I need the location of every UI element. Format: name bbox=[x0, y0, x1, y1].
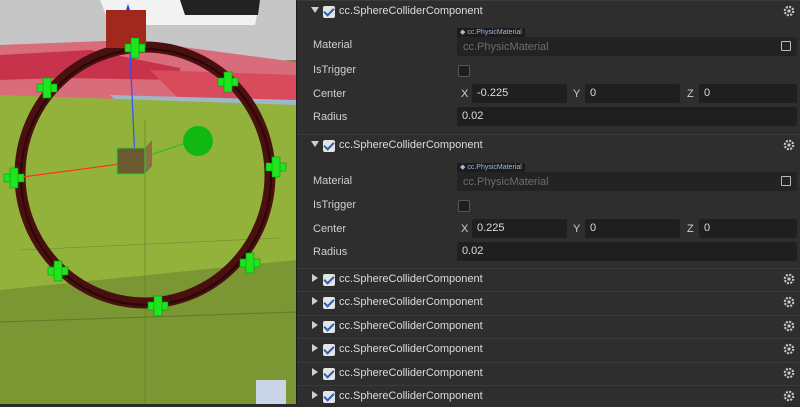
caret-right-icon[interactable] bbox=[312, 368, 318, 376]
gear-icon[interactable] bbox=[783, 367, 795, 379]
gear-icon[interactable] bbox=[783, 390, 795, 402]
axis-y-label: Y bbox=[573, 88, 581, 100]
caret-right-icon[interactable] bbox=[312, 297, 318, 305]
component-header[interactable]: cc.SphereColliderComponent bbox=[297, 134, 800, 156]
material-value: cc.PhysicMaterial bbox=[463, 41, 549, 53]
scene-canvas[interactable] bbox=[0, 0, 296, 404]
component-title: cc.SphereColliderComponent bbox=[339, 367, 483, 379]
istrigger-label: IsTrigger bbox=[313, 199, 356, 211]
caret-right-icon[interactable] bbox=[312, 321, 318, 329]
component-enabled-checkbox[interactable] bbox=[323, 344, 335, 356]
component-enabled-checkbox[interactable] bbox=[323, 6, 335, 18]
component-enabled-checkbox[interactable] bbox=[323, 321, 335, 333]
component-enabled-checkbox[interactable] bbox=[323, 140, 335, 152]
asset-picker-icon[interactable] bbox=[781, 176, 791, 186]
caret-right-icon[interactable] bbox=[312, 344, 318, 352]
gear-icon[interactable] bbox=[783, 273, 795, 285]
component-header[interactable]: cc.SphereColliderComponent bbox=[297, 338, 800, 360]
gear-icon[interactable] bbox=[783, 296, 795, 308]
component-title: cc.SphereColliderComponent bbox=[339, 139, 483, 151]
component-header[interactable]: cc.SphereColliderComponent bbox=[297, 315, 800, 337]
component-title: cc.SphereColliderComponent bbox=[339, 5, 483, 17]
caret-down-icon[interactable] bbox=[311, 141, 319, 147]
component-enabled-checkbox[interactable] bbox=[323, 274, 335, 286]
caret-right-icon[interactable] bbox=[312, 391, 318, 399]
component-title: cc.SphereColliderComponent bbox=[339, 343, 483, 355]
radius-input[interactable]: 0.02 bbox=[457, 242, 797, 261]
material-label: Material bbox=[313, 39, 353, 51]
center-z-input[interactable]: 0 bbox=[699, 84, 797, 103]
red-cube bbox=[106, 10, 146, 48]
center-x-input[interactable]: 0.225 bbox=[472, 219, 567, 238]
component-header[interactable]: cc.SphereColliderComponent bbox=[297, 291, 800, 313]
component-title: cc.SphereColliderComponent bbox=[339, 320, 483, 332]
asset-picker-icon[interactable] bbox=[781, 41, 791, 51]
istrigger-checkbox[interactable] bbox=[458, 65, 470, 77]
scene-object-edge bbox=[256, 380, 286, 404]
center-z-input[interactable]: 0 bbox=[699, 219, 797, 238]
component-header[interactable]: cc.SphereColliderComponent bbox=[297, 268, 800, 290]
gear-icon[interactable] bbox=[783, 320, 795, 332]
scene-viewport[interactable] bbox=[0, 0, 296, 404]
component-header[interactable]: cc.SphereColliderComponent bbox=[297, 0, 800, 22]
material-field[interactable]: cc.PhysicMaterial bbox=[457, 172, 797, 191]
component-header[interactable]: cc.SphereColliderComponent bbox=[297, 362, 800, 384]
caret-down-icon[interactable] bbox=[311, 7, 319, 13]
center-x-input[interactable]: -0.225 bbox=[472, 84, 567, 103]
axis-y-label: Y bbox=[573, 223, 581, 235]
axis-z-label: Z bbox=[687, 88, 694, 100]
center-y-input[interactable]: 0 bbox=[585, 219, 680, 238]
component-title: cc.SphereColliderComponent bbox=[339, 296, 483, 308]
material-value: cc.PhysicMaterial bbox=[463, 176, 549, 188]
center-cube[interactable] bbox=[117, 148, 145, 174]
istrigger-checkbox[interactable] bbox=[458, 200, 470, 212]
axis-x-label: X bbox=[461, 88, 469, 100]
component-title: cc.SphereColliderComponent bbox=[339, 273, 483, 285]
center-y-input[interactable]: 0 bbox=[585, 84, 680, 103]
material-type-tag: ◆ cc.PhysicMaterial bbox=[457, 28, 525, 37]
radius-label: Radius bbox=[313, 246, 348, 258]
caret-right-icon[interactable] bbox=[312, 274, 318, 282]
center-label: Center bbox=[313, 223, 347, 235]
z-axis-handle[interactable] bbox=[183, 126, 213, 156]
material-field[interactable]: cc.PhysicMaterial bbox=[457, 37, 797, 56]
material-type-tag: ◆ cc.PhysicMaterial bbox=[457, 163, 525, 172]
gear-icon[interactable] bbox=[783, 139, 795, 151]
axis-x-label: X bbox=[461, 223, 469, 235]
component-title: cc.SphereColliderComponent bbox=[339, 390, 483, 402]
component-enabled-checkbox[interactable] bbox=[323, 368, 335, 380]
inspector-panel: cc.SphereColliderComponent Material ◆ cc… bbox=[296, 0, 800, 404]
radius-label: Radius bbox=[313, 111, 348, 123]
istrigger-label: IsTrigger bbox=[313, 64, 356, 76]
radius-input[interactable]: 0.02 bbox=[457, 107, 797, 126]
axis-z-label: Z bbox=[687, 223, 694, 235]
wall-dark-strip bbox=[180, 0, 260, 15]
component-enabled-checkbox[interactable] bbox=[323, 391, 335, 403]
center-label: Center bbox=[313, 88, 347, 100]
component-enabled-checkbox[interactable] bbox=[323, 297, 335, 309]
gear-icon[interactable] bbox=[783, 343, 795, 355]
material-label: Material bbox=[313, 175, 353, 187]
gear-icon[interactable] bbox=[783, 5, 795, 17]
